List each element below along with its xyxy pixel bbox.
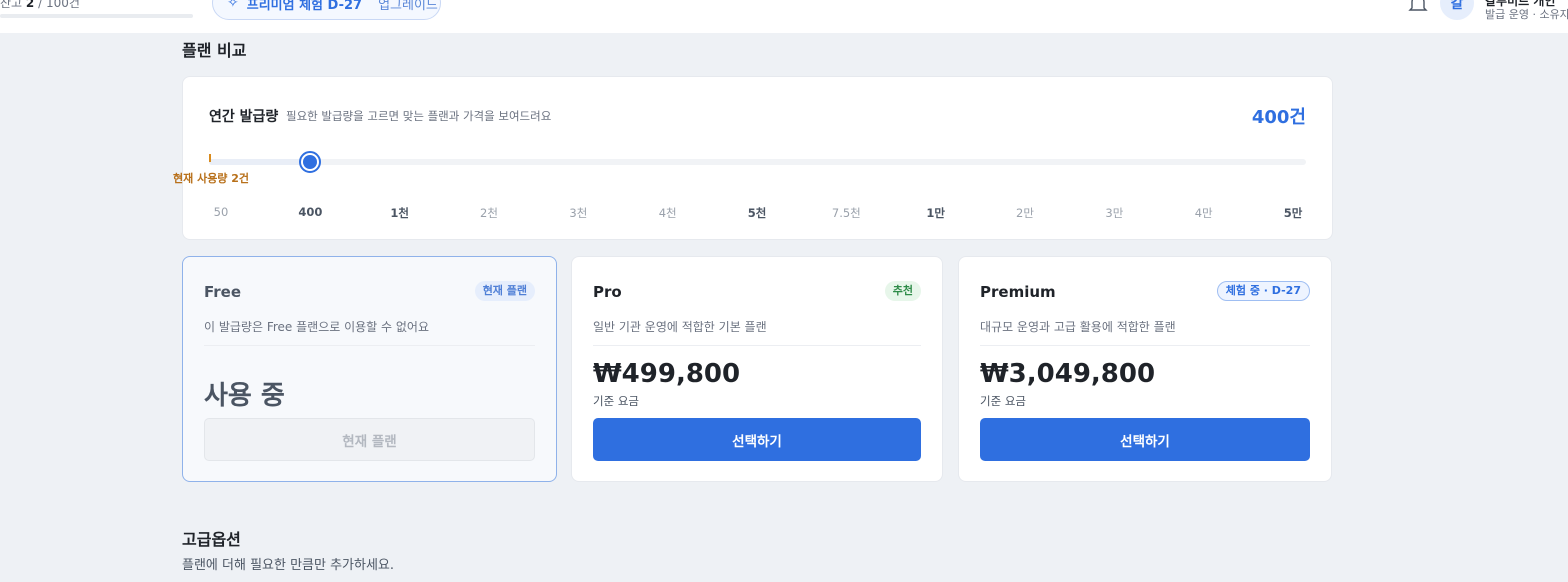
slider-tick-label[interactable]: 5천 xyxy=(748,205,767,221)
plan-card-free: Free 현재 플랜 이 발급량은 Free 플랜으로 이용할 수 없어요 사용… xyxy=(182,256,557,482)
plan-price: ₩3,049,800 xyxy=(980,359,1156,389)
bell-icon[interactable] xyxy=(1407,0,1429,14)
plan-card-pro: Pro 추천 일반 기관 운영에 적합한 기본 플랜 ₩499,800 기준 요… xyxy=(571,256,943,482)
current-usage-marker xyxy=(209,154,211,162)
advanced-options-subtitle: 플랜에 더해 필요한 만큼만 추가하세요. xyxy=(182,558,395,573)
plan-price: ₩499,800 xyxy=(593,359,741,389)
divider xyxy=(980,345,1310,346)
user-role: 발급 운영 · 소유자 xyxy=(1485,8,1568,21)
slider-tick-label[interactable]: 1천 xyxy=(390,205,409,221)
slider-tick-labels: 50 400 1천 2천 3천 4천 5천 7.5천 1만 2만 3만 4만 5만 xyxy=(183,205,1332,221)
usage-current: 2 xyxy=(25,0,35,10)
slider-tick-label[interactable]: 3만 xyxy=(1105,205,1123,221)
slider-tick-label[interactable]: 7.5천 xyxy=(832,205,861,221)
slider-tick-label[interactable]: 50 xyxy=(214,205,229,219)
slider-value: 400건 xyxy=(1251,107,1306,128)
usage-summary: 잔고 2 / 100건 xyxy=(0,0,80,11)
trial-pill[interactable]: ✧ 프리미엄 체험 D-27 업그레이드 xyxy=(212,0,441,20)
plan-card-premium: Premium 체험 중 · D-27 대규모 운영과 고급 활용에 적합한 플… xyxy=(958,256,1332,482)
slider-hint: 필요한 발급량을 고르면 맞는 플랜과 가격을 보여드려요 xyxy=(286,109,552,123)
plan-description: 일반 기관 운영에 적합한 기본 플랜 xyxy=(593,320,767,334)
current-plan-badge: 현재 플랜 xyxy=(474,281,535,301)
select-premium-button[interactable]: 선택하기 xyxy=(980,418,1310,461)
plan-price-note: 기준 요금 xyxy=(980,394,1026,408)
slider-tick-label[interactable]: 4천 xyxy=(659,205,677,221)
plan-name: Free xyxy=(204,283,242,301)
advanced-options-title: 고급옵션 xyxy=(182,530,241,549)
recommend-badge: 추천 xyxy=(884,281,921,301)
divider xyxy=(204,345,535,346)
usage-prefix: 잔고 xyxy=(0,0,23,10)
trial-label: 프리미엄 체험 D-27 xyxy=(246,0,363,13)
plan-description: 이 발급량은 Free 플랜으로 이용할 수 없어요 xyxy=(204,320,429,334)
slider-tick-label[interactable]: 2만 xyxy=(1016,205,1034,221)
plan-status: 사용 중 xyxy=(204,381,285,411)
avatar[interactable]: 칼 xyxy=(1440,0,1474,20)
slider-title: 연간 발급량 xyxy=(209,109,279,125)
slider-track-fill xyxy=(209,159,311,165)
slider-tick-label[interactable]: 1만 xyxy=(926,205,945,221)
volume-slider-card: 연간 발급량 필요한 발급량을 고르면 맞는 플랜과 가격을 보여드려요 400… xyxy=(173,76,1333,240)
plan-name: Premium xyxy=(980,283,1056,301)
slider-track[interactable] xyxy=(209,159,1306,165)
slider-tick-label[interactable]: 4만 xyxy=(1195,205,1213,221)
usage-progress-bar xyxy=(0,14,193,18)
plan-compare-title: 플랜 비교 xyxy=(182,41,247,60)
slider-tick-label[interactable]: 400 xyxy=(298,205,322,219)
slider-thumb[interactable] xyxy=(299,151,322,173)
slider-tick-label[interactable]: 3천 xyxy=(569,205,587,221)
trial-badge: 체험 중 · D-27 xyxy=(1216,281,1310,301)
sparkle-icon: ✧ xyxy=(227,0,239,11)
upgrade-link[interactable]: 업그레이드 xyxy=(378,0,438,13)
current-plan-button: 현재 플랜 xyxy=(204,418,535,461)
usage-total: / 100건 xyxy=(38,0,80,10)
select-pro-button[interactable]: 선택하기 xyxy=(593,418,921,461)
slider-tick-label[interactable]: 5만 xyxy=(1284,205,1303,221)
plan-name: Pro xyxy=(593,283,622,301)
plan-description: 대규모 운영과 고급 활용에 적합한 플랜 xyxy=(980,320,1176,334)
current-usage-label: 현재 사용량 2건 xyxy=(173,172,250,185)
slider-tick-label[interactable]: 2천 xyxy=(480,205,498,221)
plan-price-note: 기준 요금 xyxy=(593,394,639,408)
top-bar: 잔고 2 / 100건 ✧ 프리미엄 체험 D-27 업그레이드 칼 칼루미르 … xyxy=(0,0,1568,33)
divider xyxy=(593,345,921,346)
